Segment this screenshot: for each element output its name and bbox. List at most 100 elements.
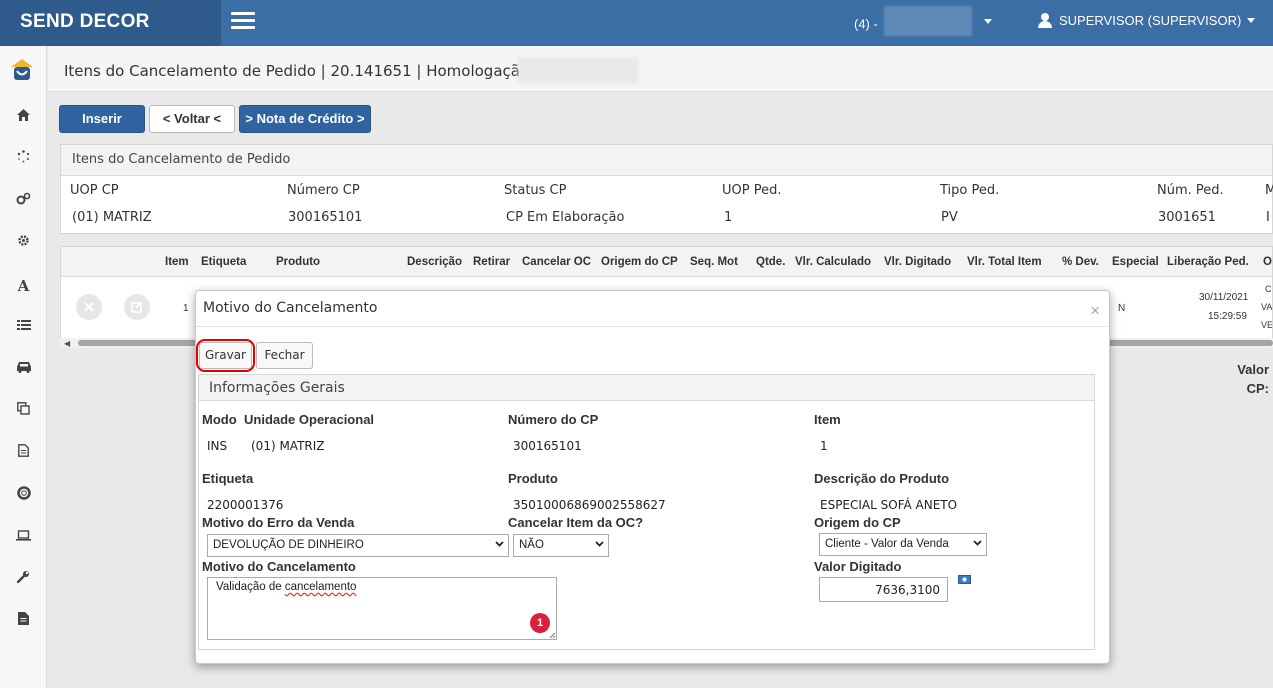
cancelar-oc-value: NÃO [519,539,544,551]
grid-col-header[interactable]: Vlr. Calculado [795,256,871,268]
grid-cell-liberacao-date: 30/11/2021 [1199,292,1249,303]
descricao-value: ESPECIAL SOFÁ ANETO [820,498,958,512]
back-button[interactable]: < Voltar < [149,105,235,133]
delete-row-button[interactable] [76,294,102,320]
credit-note-button[interactable]: > Nota de Crédito > [239,105,371,133]
summary-header: UOP CP [70,183,119,198]
top-navbar: SEND DECOR (4) - SUPERVISOR (SUPERVISOR) [0,0,1273,46]
grid-cell-origem: VEN [1261,320,1273,330]
page-title: Itens do Cancelamento de Pedido | 20.141… [64,62,539,80]
grid-cell-especial: N [1118,303,1126,314]
laptop-icon[interactable] [0,528,47,548]
grid-cell-origem: C [1265,284,1272,294]
grid-col-header[interactable]: Seq. Mot [690,256,738,268]
font-icon[interactable]: A [0,276,47,296]
copy-icon[interactable] [0,402,47,422]
produto-value: 35010006869002558627 [513,498,666,512]
sidebar: A [0,46,47,688]
grid-col-header[interactable]: Cancelar OC [522,256,591,268]
resize-handle-icon[interactable] [549,632,556,639]
grid-col-header[interactable]: Especial [1112,256,1159,268]
scroll-left-icon[interactable]: ◀ [64,339,70,348]
grid-header: Item Etiqueta Produto Descrição Retirar … [61,247,1272,277]
summary-header: Número CP [287,183,360,198]
logo-icon[interactable] [8,56,36,84]
summary-header: Status CP [504,183,567,198]
car-icon[interactable] [0,360,47,380]
grid-cell-liberacao-time: 15:29:59 [1208,311,1247,322]
brand-logo[interactable]: SEND DECOR [0,0,221,46]
summary-value: 1 [724,210,733,225]
company-caret-icon[interactable] [984,19,992,24]
etiqueta-value: 2200001376 [207,498,284,512]
summary-value: 3001651 [1158,210,1216,225]
motivo-cancel-label: Motivo do Cancelamento [202,559,356,574]
insert-button[interactable]: Inserir [59,105,145,133]
motivo-cancel-textarea[interactable]: Validação de cancelamento [207,577,557,640]
origem-select[interactable]: Cliente - Valor da Venda [819,533,987,556]
redacted-environment [518,58,638,84]
edit-row-button[interactable] [124,294,150,320]
grid-col-header[interactable]: Descrição [407,256,462,268]
cancelar-oc-select[interactable]: NÃO [513,534,609,557]
grid-cell-origem: VAL [1261,302,1273,312]
modal-title: Motivo do Cancelamento [203,300,378,316]
summary-header: UOP Ped. [722,183,782,198]
user-caret-icon [1247,18,1256,23]
grid-col-header[interactable]: Vlr. Total Item [967,256,1042,268]
cancel-reason-modal: Motivo do Cancelamento × Gravar Fechar I… [195,290,1110,664]
produto-label: Produto [508,471,558,486]
item-label: Item [814,412,841,427]
numero-cp-label: Número do CP [508,412,599,427]
lifebuoy-icon[interactable] [0,486,47,506]
motivo-erro-value: DEVOLUÇÃO DE DINHEIRO [213,539,364,551]
page-header: Itens do Cancelamento de Pedido | 20.141… [48,46,1273,92]
grid-cell-item: 1 [183,303,189,314]
origem-value: Cliente - Valor da Venda [825,538,949,550]
summary-value: 300165101 [288,210,363,225]
valor-digitado-input[interactable]: 7636,3100 [819,577,948,602]
section-heading: Informações Gerais [199,375,1094,401]
grid-col-header[interactable]: Retirar [473,256,510,268]
total-value-line: Valor [1237,362,1269,377]
grid-col-header[interactable]: Origem do CP [601,256,678,268]
grid-col-header[interactable]: % Dev. [1062,256,1099,268]
misspelled-word: cancelamento [284,581,357,593]
grid-col-header[interactable]: Qtde. [756,256,785,268]
motivo-erro-select[interactable]: DEVOLUÇÃO DE DINHEIRO [207,534,509,557]
modo-label: Modo [202,412,237,427]
motivo-erro-label: Motivo do Erro da Venda [202,515,355,530]
summary-value: CP Em Elaboração [506,210,625,225]
total-value-line: CP: [1246,381,1269,396]
close-icon[interactable]: × [1090,301,1100,321]
summary-header: Núm. Ped. [1157,183,1224,198]
origem-label: Origem do CP [814,515,901,530]
grid-col-header[interactable]: Or [1263,256,1272,268]
wrench-icon[interactable] [0,570,47,590]
chevron-down-icon [973,540,982,546]
grid-col-header[interactable]: Vlr. Digitado [884,256,951,268]
gear-icon[interactable] [0,234,47,254]
spinner-icon[interactable] [0,150,47,170]
chevron-down-icon [595,541,604,547]
list-icon[interactable] [0,318,47,338]
grid-col-header[interactable]: Liberação Ped. [1167,256,1249,268]
grid-col-header[interactable]: Etiqueta [201,256,246,268]
cogs-icon[interactable] [0,192,47,212]
company-selector[interactable]: (4) - [854,6,972,36]
summary-value: PV [941,210,958,225]
summary-heading: Itens do Cancelamento de Pedido [61,145,1272,176]
notification-badge: 1 [530,613,550,633]
grid-col-header[interactable]: Item [165,256,189,268]
item-value: 1 [820,439,828,453]
close-button[interactable]: Fechar [256,342,313,369]
grid-col-header[interactable]: Produto [276,256,320,268]
menu-toggle-icon[interactable] [231,12,255,30]
user-menu[interactable]: SUPERVISOR (SUPERVISOR) [1038,13,1256,28]
document-icon[interactable] [0,444,47,464]
save-button[interactable]: Gravar [196,339,255,372]
summary-header: Tipo Ped. [940,183,1000,198]
home-icon[interactable] [0,108,47,128]
money-icon[interactable] [958,575,971,584]
file-icon[interactable] [0,612,47,632]
